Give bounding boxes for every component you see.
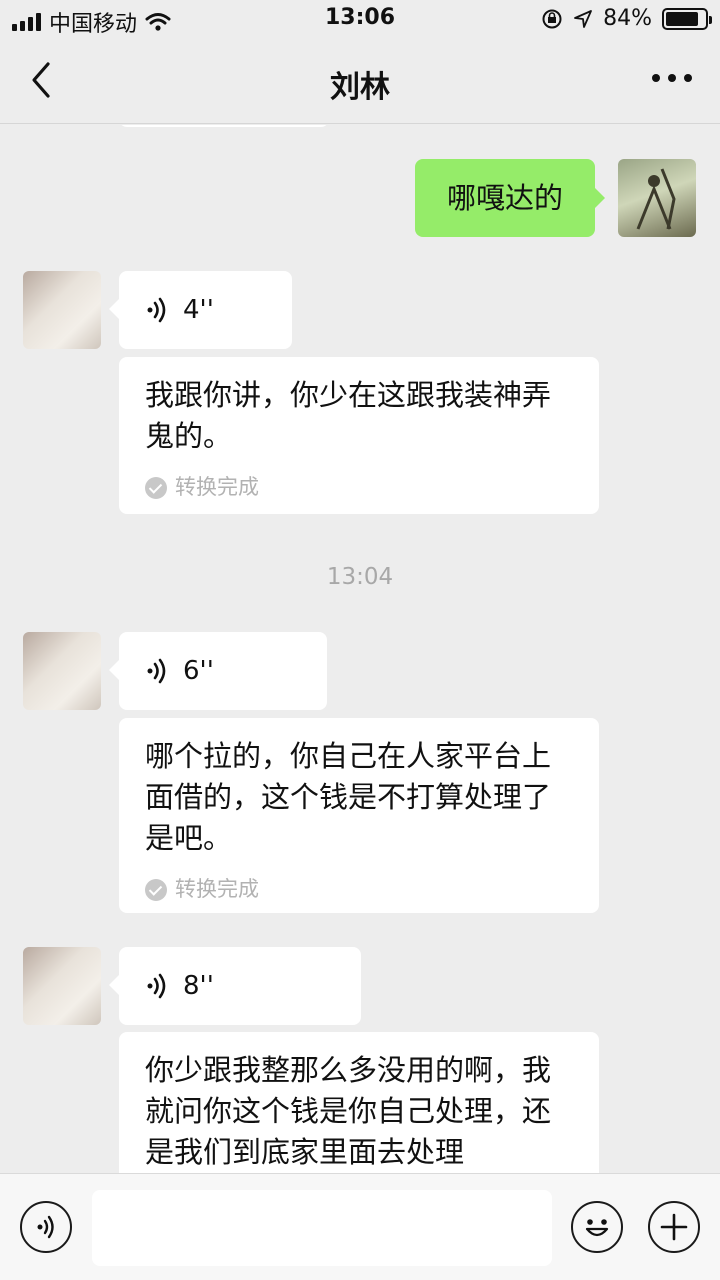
- status-right: 84%: [541, 6, 712, 31]
- contact-avatar[interactable]: [23, 271, 101, 349]
- convert-status: 转换完成: [145, 467, 573, 508]
- battery-fill: [666, 11, 698, 26]
- time-divider: 13:04: [326, 564, 394, 590]
- voice-message-bubble[interactable]: 8'': [109, 947, 361, 1025]
- voice-transcript-bubble[interactable]: 你少跟我整那么多没用的啊，我就问你这个钱是你自己处理，还是我们到底家里面去处理: [119, 1032, 599, 1173]
- chat-area[interactable]: 哪嘎达的 4'' 我跟你讲，你少在这跟我装神弄鬼的。 转换完成 13:04 6'…: [0, 125, 720, 1173]
- rotation-lock-icon: [542, 9, 562, 28]
- check-icon: [145, 878, 167, 901]
- plus-glyph: [660, 1213, 688, 1241]
- plus-icon[interactable]: [648, 1201, 700, 1253]
- convert-status: 转换完成: [145, 869, 573, 910]
- avatar-figure: [636, 168, 676, 230]
- voice-wave-icon: [37, 1215, 54, 1239]
- contact-avatar[interactable]: [23, 947, 101, 1025]
- voice-duration: 8'': [183, 970, 214, 1001]
- voice-wave-icon: [147, 297, 166, 323]
- contact-avatar[interactable]: [23, 632, 101, 710]
- status-bar: 中国移动 13:06 84%: [0, 0, 720, 40]
- message-bubble-partial: [119, 125, 329, 127]
- message-bubble-sent[interactable]: 哪嘎达的: [415, 159, 605, 237]
- convert-status-label: 转换完成: [175, 877, 259, 901]
- message-text: 哪嘎达的: [446, 180, 563, 215]
- voice-transcript-bubble[interactable]: 哪个拉的，你自己在人家平台上面借的，这个钱是不打算处理了是吧。 转换完成: [119, 718, 599, 913]
- more-icon[interactable]: [652, 74, 692, 82]
- check-icon: [145, 476, 167, 499]
- transcript-text: 你少跟我整那么多没用的啊，我就问你这个钱是你自己处理，还是我们到底家里面去处理: [145, 1053, 552, 1169]
- voice-input-icon[interactable]: [20, 1201, 72, 1253]
- emoji-icon[interactable]: [571, 1201, 623, 1253]
- voice-wave-icon: [147, 658, 166, 684]
- input-bar: [0, 1173, 720, 1280]
- nav-bar: 刘林: [0, 40, 720, 124]
- voice-wave-icon: [147, 973, 166, 999]
- location-icon: [574, 9, 592, 28]
- convert-status-label: 转换完成: [175, 475, 259, 499]
- voice-message-bubble[interactable]: 6'': [109, 632, 327, 710]
- voice-duration: 6'': [183, 655, 214, 686]
- my-avatar[interactable]: [618, 159, 696, 237]
- message-input[interactable]: [92, 1190, 552, 1266]
- voice-message-bubble[interactable]: 4'': [109, 271, 292, 349]
- battery-label: 84%: [603, 6, 652, 31]
- chat-title: 刘林: [330, 70, 390, 105]
- transcript-text: 哪个拉的，你自己在人家平台上面借的，这个钱是不打算处理了是吧。: [145, 739, 552, 855]
- voice-duration: 4'': [183, 294, 214, 325]
- emoji-face: [585, 1219, 609, 1237]
- voice-transcript-bubble[interactable]: 我跟你讲，你少在这跟我装神弄鬼的。 转换完成: [119, 357, 599, 514]
- battery-icon: [662, 7, 712, 30]
- transcript-text: 我跟你讲，你少在这跟我装神弄鬼的。: [145, 378, 552, 453]
